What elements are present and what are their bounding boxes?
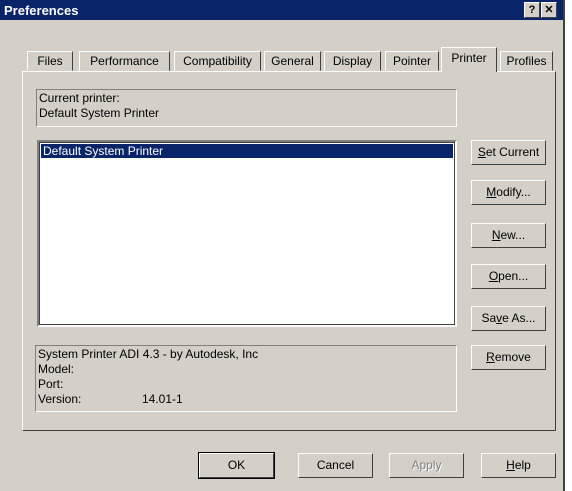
version-value: 14.01-1: [142, 392, 183, 406]
save-as-label-pre: Sa: [481, 311, 497, 325]
set-current-accel: S: [477, 145, 486, 159]
current-printer-heading: Current printer:: [39, 91, 120, 105]
model-label: Model:: [38, 362, 75, 376]
set-current-button[interactable]: Set Current: [471, 140, 546, 165]
tab-printer[interactable]: Printer: [441, 47, 497, 72]
modify-label: odify...: [496, 185, 531, 199]
version-label: Version:: [38, 392, 82, 406]
ok-button[interactable]: OK: [198, 452, 275, 479]
save-as-button[interactable]: Save As...: [471, 306, 546, 331]
title-bar[interactable]: Preferences ? ✕: [0, 0, 563, 20]
cancel-button[interactable]: Cancel: [298, 453, 373, 478]
close-icon[interactable]: ✕: [541, 2, 557, 18]
modify-button[interactable]: Modify...: [471, 180, 546, 205]
window-title: Preferences: [4, 3, 79, 18]
new-label: ew...: [500, 228, 526, 242]
printer-description: System Printer ADI 4.3 - by Autodesk, In…: [38, 347, 259, 361]
new-button[interactable]: New...: [471, 223, 546, 248]
help-icon[interactable]: ?: [524, 2, 540, 18]
window-edge: [563, 0, 565, 491]
printer-list[interactable]: Default System Printer: [37, 140, 457, 327]
help-label: elp: [514, 458, 531, 472]
help-button[interactable]: Help: [481, 453, 556, 478]
save-as-label: e As...: [502, 311, 536, 325]
tab-files[interactable]: Files: [27, 51, 73, 71]
open-button[interactable]: Open...: [471, 264, 546, 289]
printer-details-box: System Printer ADI 4.3 - by Autodesk, In…: [35, 345, 457, 412]
tab-profiles[interactable]: Profiles: [500, 51, 553, 71]
set-current-label: et Current: [485, 145, 540, 159]
remove-label: emove: [494, 350, 531, 364]
tab-display[interactable]: Display: [324, 51, 381, 71]
modify-accel: M: [486, 185, 497, 199]
port-label: Port:: [38, 377, 64, 391]
open-label: pen...: [498, 269, 529, 283]
apply-button[interactable]: Apply: [389, 453, 464, 478]
printer-list-item[interactable]: Default System Printer: [41, 144, 453, 158]
current-printer-box: Current printer: Default System Printer: [36, 89, 457, 127]
preferences-dialog: Preferences ? ✕ Files Performance Compat…: [0, 0, 563, 491]
tab-pointer[interactable]: Pointer: [385, 51, 439, 71]
remove-accel: R: [486, 350, 495, 364]
current-printer-value: Default System Printer: [39, 106, 160, 120]
open-accel: O: [488, 269, 499, 283]
tab-compatibility[interactable]: Compatibility: [174, 51, 261, 71]
tab-general[interactable]: General: [264, 51, 321, 71]
help-accel: H: [506, 458, 515, 472]
tab-performance[interactable]: Performance: [79, 51, 170, 71]
remove-button[interactable]: Remove: [471, 345, 546, 370]
